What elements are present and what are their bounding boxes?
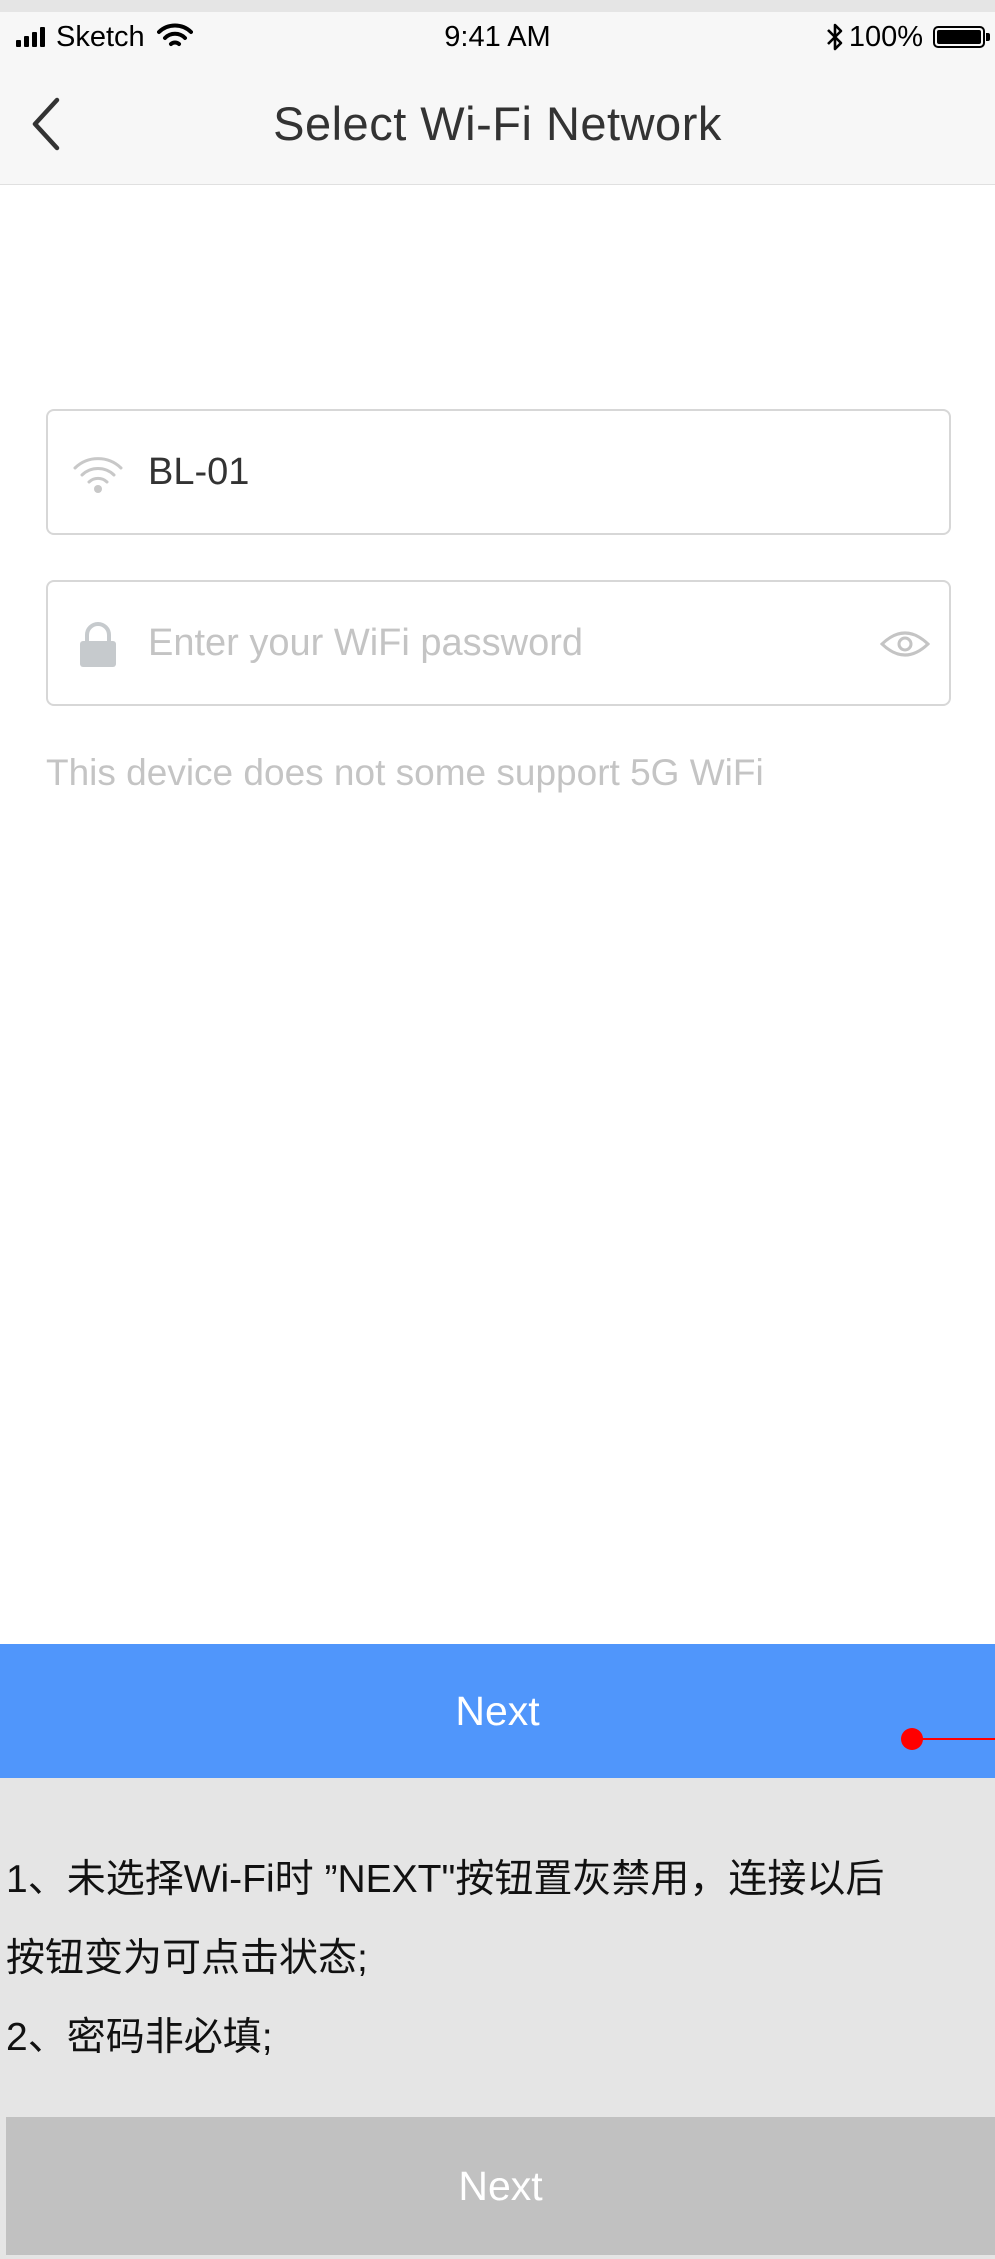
note-line: 按钮变为可点击状态; [6,1937,368,1980]
page-title: Select Wi-Fi Network [273,97,722,150]
top-strip [0,0,995,12]
status-right: 100% [825,20,990,54]
bluetooth-icon [825,21,845,53]
page: Sketch 9:41 AM 100% Select Wi-Fi Network… [0,0,995,2259]
next-button-disabled: Next [6,2117,995,2255]
lock-icon [72,619,124,671]
annotation-notes: 1、未选择Wi-Fi时 ”NEXT"按钮置灰禁用，连接以后 按钮变为可点击状态;… [6,1840,991,2077]
battery-percent: 100% [848,20,923,53]
toggle-password-button[interactable] [877,618,933,670]
eye-icon [880,628,930,660]
phone-screen: Sketch 9:41 AM 100% Select Wi-Fi Network… [0,12,995,1656]
password-field [46,580,951,706]
next-button[interactable]: Next [0,1644,995,1778]
network-name: BL-01 [148,451,250,493]
hint-text: This device does not some support 5G WiF… [46,752,764,793]
annotation-pointer [901,1728,995,1750]
battery-icon [933,26,990,48]
nav-bar: Select Wi-Fi Network [0,64,995,185]
wifi-icon [72,448,124,500]
password-input[interactable] [148,602,808,684]
note-line: 1、未选择Wi-Fi时 ”NEXT"按钮置灰禁用，连接以后 [6,1858,885,1901]
network-field[interactable]: BL-01 [46,409,951,535]
status-bar: Sketch 9:41 AM 100% [0,12,995,64]
note-line: 2、密码非必填; [6,2016,273,2059]
